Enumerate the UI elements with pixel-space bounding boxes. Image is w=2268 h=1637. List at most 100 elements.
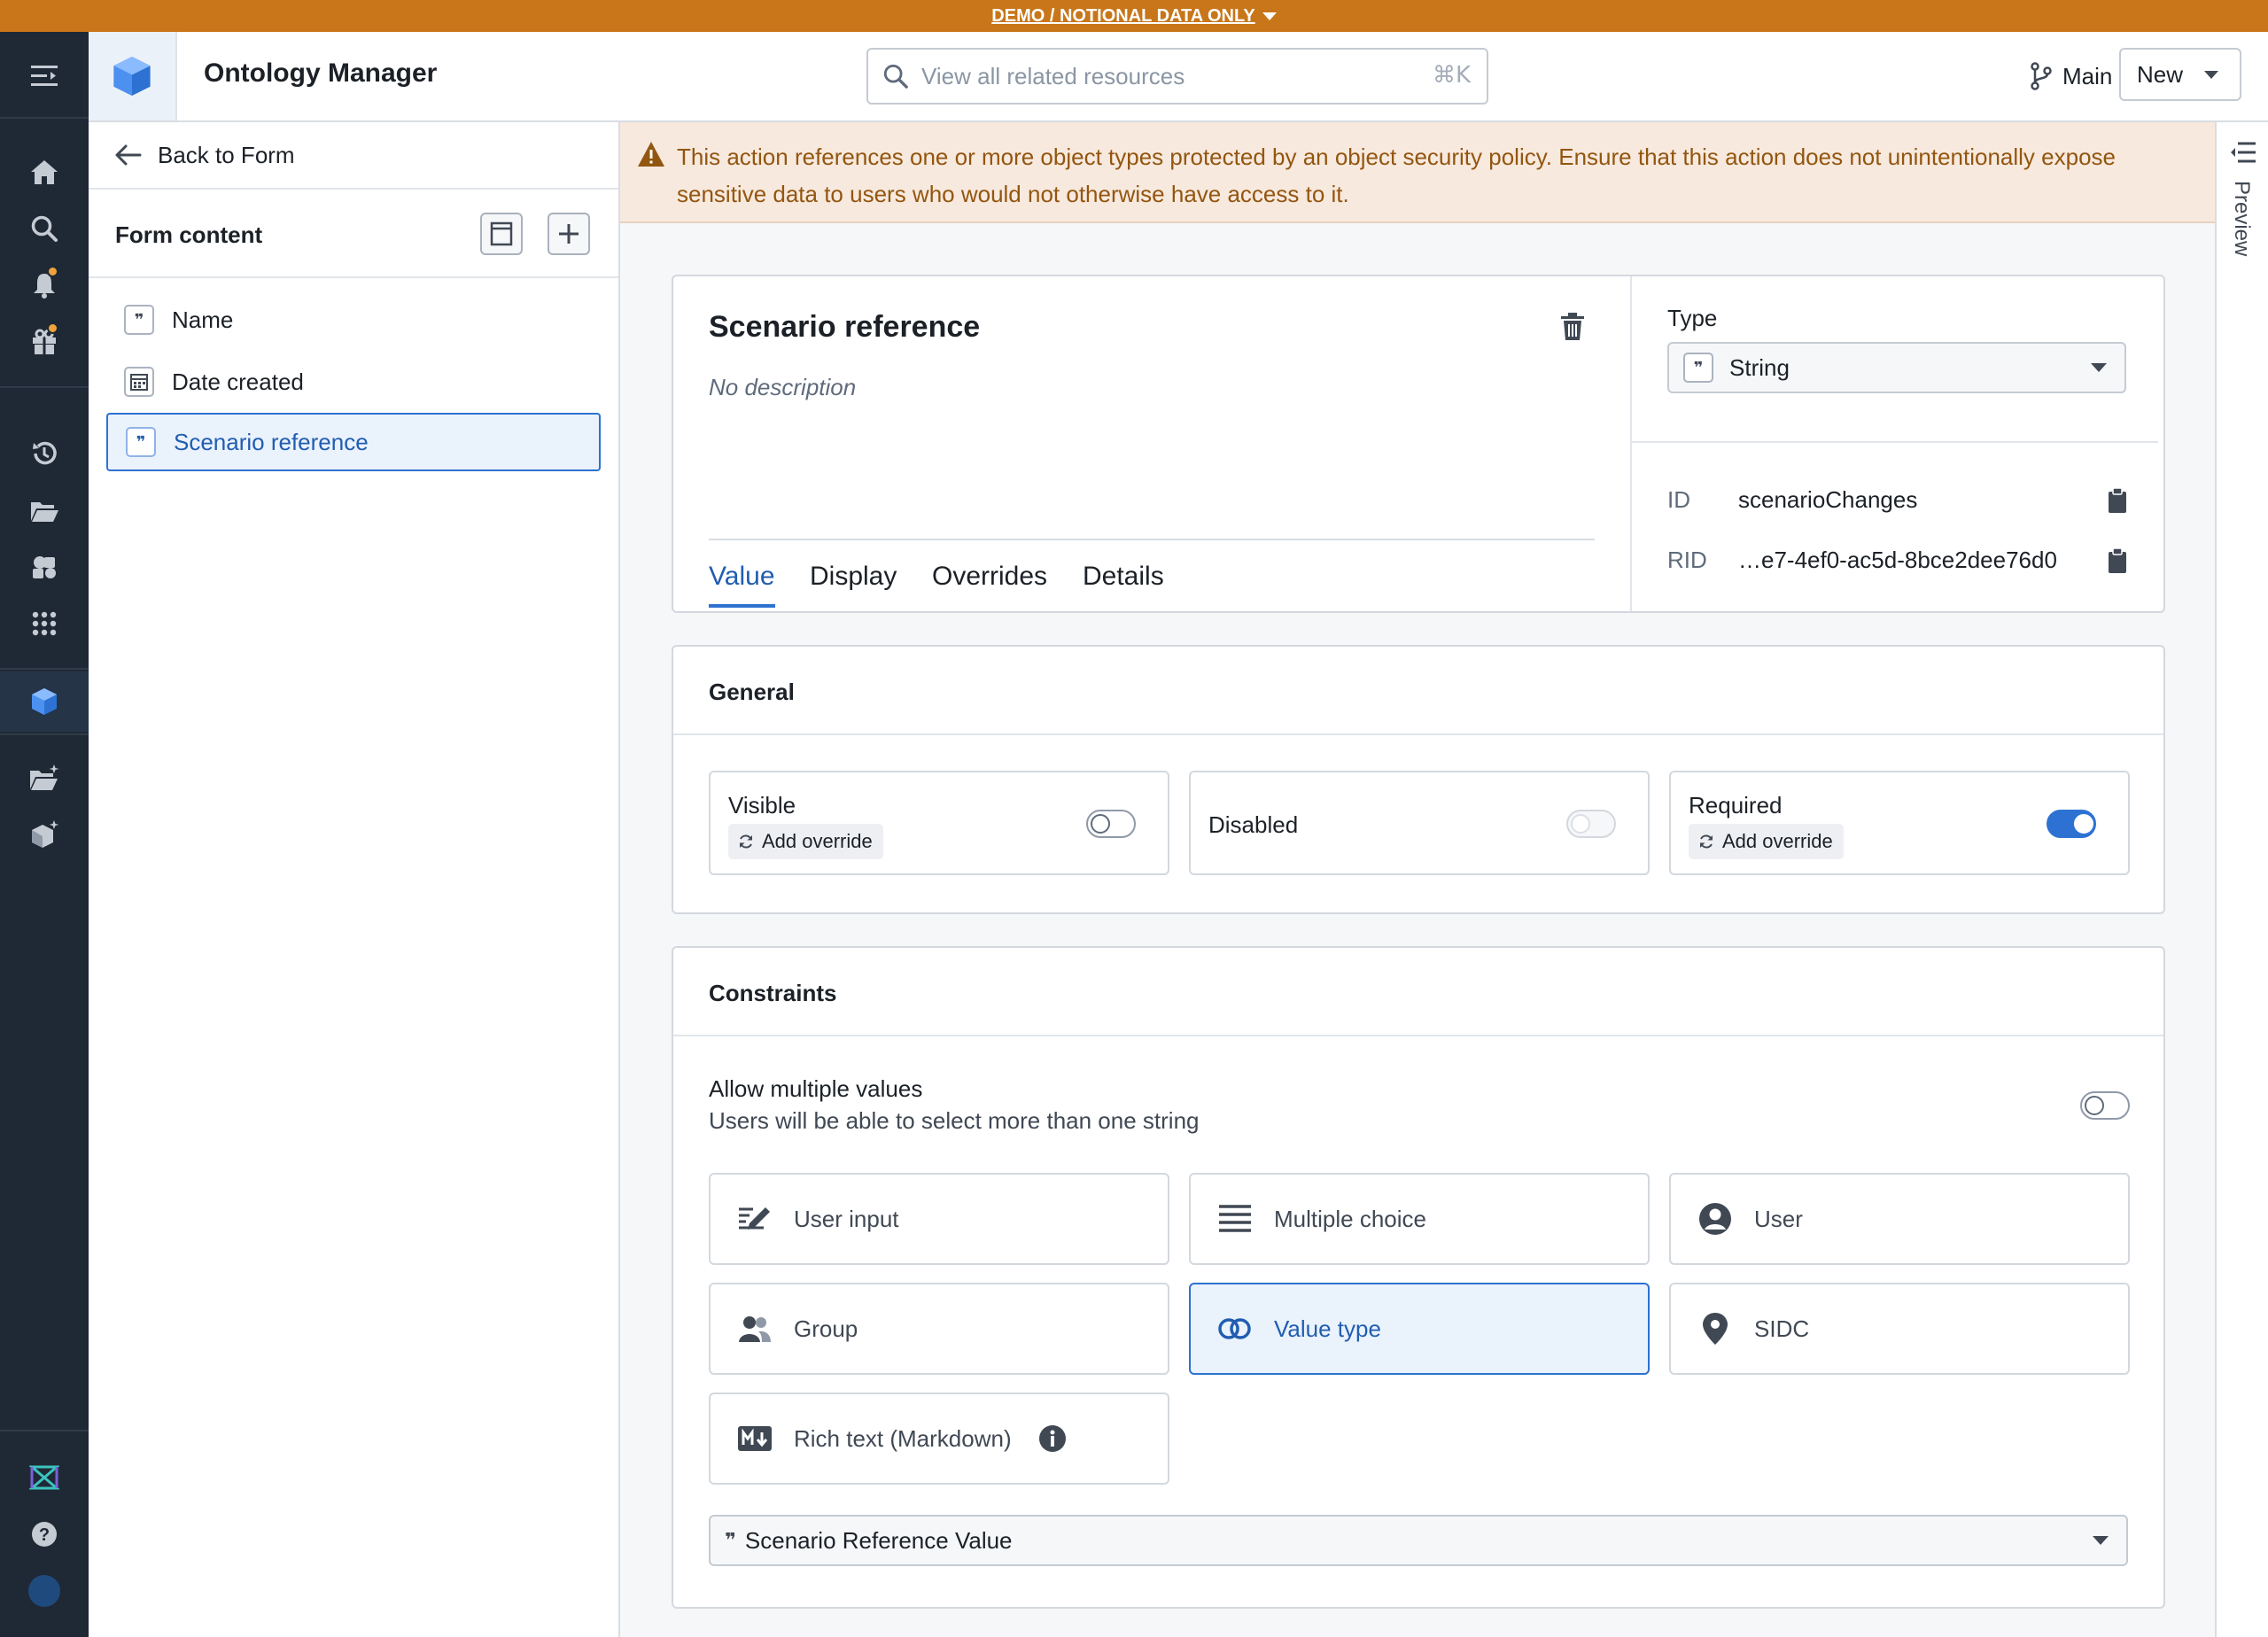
help-icon[interactable]: ? xyxy=(23,1513,66,1556)
new-button[interactable]: New xyxy=(2119,48,2241,101)
rid-row: RID …e7-4ef0-ac5d-8bce2dee76d0 xyxy=(1667,542,2128,578)
add-override-button[interactable]: Add override xyxy=(1689,824,1844,859)
disabled-switch xyxy=(1566,810,1616,838)
type-select[interactable]: ❞ String xyxy=(1667,342,2126,393)
ontology-app-icon[interactable] xyxy=(23,680,66,723)
tab-overrides[interactable]: Overrides xyxy=(932,562,1047,604)
refresh-icon xyxy=(740,834,752,849)
app-rail: ? xyxy=(0,32,89,1637)
rid-label: RID xyxy=(1667,546,1707,573)
form-item-label: Name xyxy=(172,306,234,333)
avatar[interactable] xyxy=(23,1570,66,1612)
property-description[interactable]: No description xyxy=(709,374,856,401)
home-icon[interactable] xyxy=(23,151,66,193)
clipboard-icon[interactable] xyxy=(2107,487,2128,514)
form-content-title: Form content xyxy=(115,221,263,248)
option-user-input[interactable]: User input xyxy=(709,1173,1169,1265)
add-field-button[interactable] xyxy=(548,213,590,255)
search-input[interactable] xyxy=(921,62,1382,90)
form-item-name[interactable]: ❞ Name xyxy=(106,291,601,349)
option-rich-text[interactable]: Rich text (Markdown) xyxy=(709,1393,1169,1485)
option-sidc[interactable]: SIDC xyxy=(1669,1283,2130,1375)
chevron-down-icon xyxy=(2204,70,2219,79)
required-switch[interactable] xyxy=(2047,810,2096,838)
chevron-down-icon xyxy=(1262,12,1277,20)
type-value: String xyxy=(1729,353,1790,381)
value-type-select[interactable]: ❞ Scenario Reference Value xyxy=(709,1515,2128,1566)
form-item-label: Date created xyxy=(172,368,304,395)
search-icon[interactable] xyxy=(23,207,66,250)
project-folder-icon[interactable] xyxy=(23,756,66,799)
classification-banner[interactable]: DEMO / NOTIONAL DATA ONLY xyxy=(0,0,2268,32)
constraints-title: Constraints xyxy=(709,980,837,1006)
info-icon[interactable] xyxy=(1038,1424,1067,1453)
layout-button[interactable] xyxy=(480,213,523,255)
property-card: Scenario reference No description Value … xyxy=(672,275,2165,613)
map-marker-icon xyxy=(1703,1313,1728,1345)
folder-open-icon[interactable] xyxy=(23,489,66,531)
tab-details[interactable]: Details xyxy=(1083,562,1164,604)
id-row: ID scenarioChanges xyxy=(1667,482,2128,517)
search-icon xyxy=(882,63,909,89)
apps-grid-icon[interactable] xyxy=(23,602,66,645)
form-item-date-created[interactable]: Date created xyxy=(106,353,601,411)
banner-text: DEMO / NOTIONAL DATA ONLY xyxy=(991,5,1255,26)
people-icon xyxy=(739,1316,771,1342)
form-item-label: Scenario reference xyxy=(174,428,369,455)
required-toggle-box: Required Add override xyxy=(1669,771,2130,875)
updates-dot xyxy=(47,322,58,334)
value-type-icon xyxy=(1218,1318,1251,1339)
back-to-form-button[interactable]: Back to Form xyxy=(89,122,618,190)
type-label: Type xyxy=(1667,305,1718,331)
notifications-icon[interactable] xyxy=(23,264,66,306)
refresh-icon xyxy=(1700,834,1713,849)
panel-expand-icon xyxy=(2229,140,2257,165)
preview-label: Preview xyxy=(2230,181,2254,257)
top-header: Ontology Manager ⌘K Main New xyxy=(89,32,2268,122)
visible-switch[interactable] xyxy=(1086,810,1136,838)
tab-value[interactable]: Value xyxy=(709,562,775,608)
rid-value: …e7-4ef0-ac5d-8bce2dee76d0 xyxy=(1738,546,2057,573)
cube-sparkle-icon[interactable] xyxy=(23,813,66,856)
menu-collapse-icon[interactable] xyxy=(23,55,66,97)
allow-multiple-subtitle: Users will be able to select more than o… xyxy=(709,1107,1200,1134)
quote-icon: ❞ xyxy=(126,427,156,457)
option-value-type[interactable]: Value type xyxy=(1189,1283,1650,1375)
disabled-label: Disabled xyxy=(1208,811,1299,838)
add-override-button[interactable]: Add override xyxy=(728,824,883,859)
form-content-header: Form content xyxy=(89,190,618,278)
general-section: General Visible Add override Disabled Re… xyxy=(672,645,2165,914)
list-icon xyxy=(1219,1205,1251,1232)
quote-icon: ❞ xyxy=(1683,353,1713,383)
history-icon[interactable] xyxy=(23,432,66,475)
app-logo[interactable] xyxy=(89,32,177,120)
property-title: Scenario reference xyxy=(709,310,981,344)
arrow-left-icon xyxy=(115,144,142,167)
preview-panel-toggle[interactable]: Preview xyxy=(2215,122,2268,1637)
option-user[interactable]: User xyxy=(1669,1173,2130,1265)
gift-icon[interactable] xyxy=(23,321,66,363)
option-multiple-choice[interactable]: Multiple choice xyxy=(1189,1173,1650,1265)
form-sidebar: Back to Form Form content ❞ Name Date cr… xyxy=(89,122,620,1637)
form-item-scenario-reference[interactable]: ❞ Scenario reference xyxy=(106,413,601,471)
search-bar[interactable]: ⌘K xyxy=(866,48,1488,105)
quote-icon: ❞ xyxy=(725,1529,736,1552)
clipboard-icon[interactable] xyxy=(2107,547,2128,574)
git-branch-icon xyxy=(2029,62,2054,90)
svg-text:?: ? xyxy=(39,1525,50,1545)
id-label: ID xyxy=(1667,485,1690,513)
option-group[interactable]: Group xyxy=(709,1283,1169,1375)
tab-display[interactable]: Display xyxy=(810,562,897,604)
allow-multiple-title: Allow multiple values xyxy=(709,1075,923,1102)
new-label: New xyxy=(2137,60,2184,88)
user-icon xyxy=(1699,1203,1731,1235)
allow-multiple-switch[interactable] xyxy=(2080,1091,2130,1120)
security-warning: This action references one or more objec… xyxy=(620,122,2215,223)
visible-toggle-box: Visible Add override xyxy=(709,771,1169,875)
objects-icon[interactable] xyxy=(23,546,66,588)
calendar-icon xyxy=(124,367,154,397)
delete-icon[interactable] xyxy=(1559,312,1586,342)
edit-icon xyxy=(739,1207,770,1230)
warning-text: This action references one or more objec… xyxy=(677,144,2116,207)
aip-logo-icon[interactable] xyxy=(23,1456,66,1499)
